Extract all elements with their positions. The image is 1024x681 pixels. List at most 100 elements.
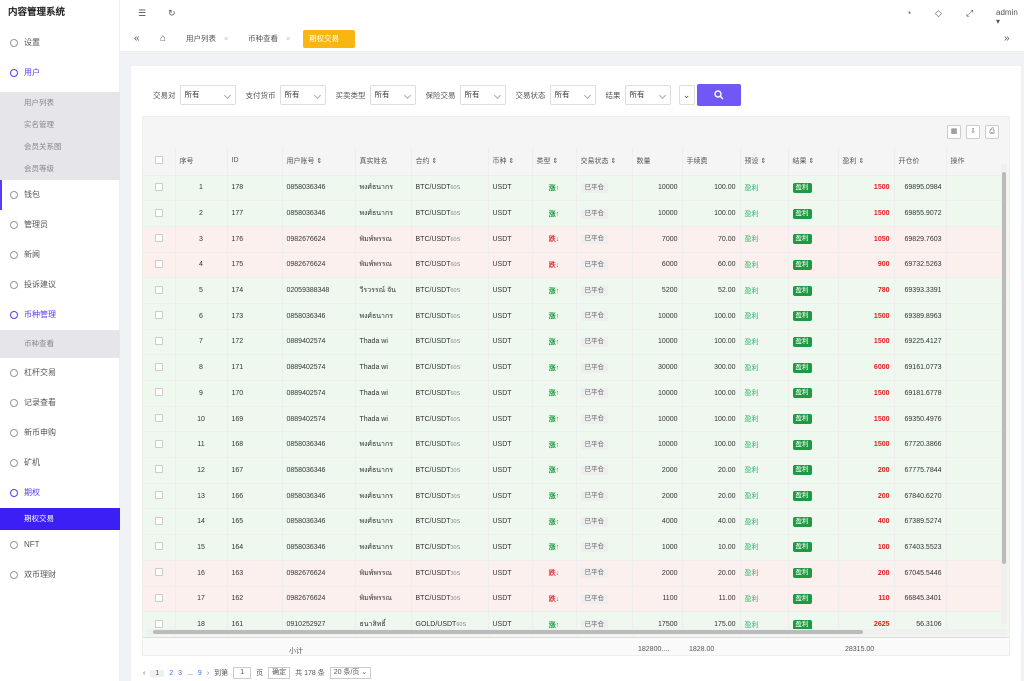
sidebar-item-news[interactable]: 新闻 bbox=[0, 240, 120, 270]
col-header[interactable]: 序号 bbox=[175, 147, 228, 176]
horizontal-scrollbar[interactable] bbox=[147, 629, 1007, 635]
col-header[interactable]: 合约 ⇕ bbox=[411, 147, 489, 176]
user-menu[interactable]: admin ▾ bbox=[996, 8, 1024, 26]
sidebar-sub-member-level[interactable]: 会员等级 bbox=[0, 158, 120, 180]
sidebar-item-settings[interactable]: 设置 bbox=[0, 28, 120, 58]
row-checkbox[interactable] bbox=[143, 483, 176, 510]
sidebar-item-nft[interactable]: NFT bbox=[0, 530, 120, 560]
page-9[interactable]: 9 bbox=[198, 670, 202, 677]
col-header[interactable]: 预设 ⇕ bbox=[740, 147, 789, 176]
row-checkbox[interactable] bbox=[143, 457, 176, 484]
sidebar-sub-member-graph[interactable]: 会员关系图 bbox=[0, 136, 120, 158]
row-checkbox[interactable] bbox=[143, 252, 176, 279]
cell-pair: BTC/USDT30S bbox=[411, 457, 489, 484]
sidebar-item-dual-finance[interactable]: 双币理财 bbox=[0, 560, 120, 590]
row-checkbox[interactable] bbox=[143, 277, 176, 304]
sidebar-item-option[interactable]: 期权 bbox=[0, 478, 120, 508]
sidebar-item-user[interactable]: 用户 bbox=[0, 58, 120, 88]
search-button[interactable] bbox=[696, 84, 741, 106]
chevron-down-icon[interactable]: ⌄ bbox=[678, 85, 695, 105]
col-header[interactable]: ID bbox=[227, 147, 283, 176]
sidebar-item-label: NFT bbox=[24, 540, 40, 549]
page-3[interactable]: 3 bbox=[178, 670, 182, 677]
tag-icon[interactable]: ◇ bbox=[935, 8, 942, 19]
sidebar-item-coin-manage[interactable]: 币种管理 bbox=[0, 300, 120, 330]
filter-status-select[interactable]: 所有 bbox=[549, 85, 596, 105]
sidebar-item-wallet[interactable]: 钱包 bbox=[0, 180, 120, 210]
table-row: 7 172 0889402574 Thada wi BTC/USDT60S USDT 涨↑ 已… bbox=[143, 329, 1009, 356]
row-checkbox[interactable] bbox=[143, 586, 176, 613]
filter-trade-type-select[interactable]: 所有 bbox=[369, 85, 416, 105]
close-icon[interactable]: × bbox=[286, 34, 290, 43]
row-checkbox[interactable] bbox=[143, 560, 176, 587]
filter-pay-coin-select[interactable]: 所有 bbox=[279, 85, 326, 105]
select-all-checkbox[interactable] bbox=[143, 147, 176, 176]
row-checkbox[interactable] bbox=[143, 200, 176, 227]
next-page-icon[interactable]: › bbox=[207, 670, 209, 677]
col-header[interactable]: 结果 ⇕ bbox=[788, 147, 839, 176]
row-checkbox[interactable] bbox=[143, 380, 176, 407]
row-checkbox[interactable] bbox=[143, 508, 176, 536]
status-badge: 已平仓 bbox=[580, 234, 608, 245]
tabs-scroll-left-icon[interactable]: « bbox=[128, 30, 146, 48]
filter-insurance-select[interactable]: 所有 bbox=[459, 85, 506, 105]
row-checkbox[interactable] bbox=[143, 175, 176, 202]
home-icon[interactable]: ⌂ bbox=[154, 30, 172, 48]
sidebar-item-admin[interactable]: 管理员 bbox=[0, 210, 120, 240]
sidebar-sub-user-list[interactable]: 用户列表 bbox=[0, 92, 120, 114]
sidebar-item-records[interactable]: 记录查看 bbox=[0, 388, 120, 418]
row-checkbox[interactable] bbox=[143, 329, 176, 356]
page-2[interactable]: 2 bbox=[169, 670, 173, 677]
sidebar-sub-option-trade[interactable]: 期权交易 bbox=[0, 508, 120, 530]
refresh-icon[interactable]: ↻ bbox=[168, 8, 176, 19]
col-header[interactable]: 交易状态 ⇕ bbox=[576, 147, 633, 176]
tab-coin-view[interactable]: 币种查看 × bbox=[242, 30, 296, 48]
filter-result-select[interactable]: 所有 bbox=[624, 85, 671, 105]
vertical-scrollbar[interactable] bbox=[1001, 164, 1007, 624]
cell-pair: BTC/USDT60S bbox=[411, 406, 489, 433]
col-header[interactable]: 真实姓名 bbox=[355, 147, 412, 176]
col-header[interactable]: 类型 ⇕ bbox=[532, 147, 577, 176]
sidebar-item-complaint[interactable]: 投诉建议 bbox=[0, 270, 120, 300]
fullscreen-icon[interactable]: ⤢ bbox=[966, 8, 973, 19]
sidebar-item-miner[interactable]: 矿机 bbox=[0, 448, 120, 478]
sidebar-item-newcoin[interactable]: 新币申购 bbox=[0, 418, 120, 448]
export-icon[interactable]: ⇩ bbox=[966, 125, 980, 139]
col-header[interactable]: 用户账号 ⇕ bbox=[282, 147, 356, 176]
col-header[interactable]: 手续费 bbox=[682, 147, 741, 176]
goto-label: 到第 bbox=[214, 670, 229, 677]
close-icon[interactable]: × bbox=[224, 34, 228, 43]
col-header[interactable]: 开仓价 bbox=[894, 147, 947, 176]
sidebar-sub-realname[interactable]: 实名管理 bbox=[0, 114, 120, 136]
tab-option-trade[interactable]: 期权交易 bbox=[303, 30, 355, 48]
col-header[interactable]: 币种 ⇕ bbox=[488, 147, 533, 176]
row-checkbox[interactable] bbox=[143, 226, 176, 253]
cell-profit: 200 bbox=[838, 457, 895, 484]
row-checkbox[interactable] bbox=[143, 431, 176, 459]
row-checkbox[interactable] bbox=[143, 534, 176, 561]
row-checkbox[interactable] bbox=[143, 303, 176, 330]
columns-filter-icon[interactable]: ▦ bbox=[947, 125, 961, 139]
per-page-select[interactable]: 20 条/页 ⌄ bbox=[329, 667, 372, 679]
col-header[interactable]: 盈利 ⇕ bbox=[838, 147, 895, 176]
cell-qty: 30000 bbox=[632, 354, 683, 381]
confirm-page-button[interactable]: 确定 bbox=[268, 667, 291, 679]
palette-icon[interactable]: ◔ bbox=[906, 8, 911, 18]
tabs-scroll-right-icon[interactable]: » bbox=[998, 30, 1016, 48]
row-checkbox[interactable] bbox=[143, 354, 176, 381]
menu-toggle-icon[interactable]: ☰ bbox=[138, 8, 146, 19]
row-checkbox[interactable] bbox=[143, 406, 176, 433]
cell-pair: BTC/USDT60S bbox=[411, 354, 489, 381]
print-icon[interactable]: ⎙ bbox=[985, 125, 999, 139]
cell-coin: USDT bbox=[488, 226, 533, 253]
col-header[interactable]: 数量 bbox=[632, 147, 683, 176]
page-1[interactable]: 1 bbox=[150, 669, 165, 677]
sidebar-item-leverage[interactable]: 杠杆交易 bbox=[0, 358, 120, 388]
prev-page-icon[interactable]: ‹ bbox=[143, 670, 145, 677]
leverage-icon bbox=[10, 369, 18, 377]
sidebar-sub-coin-view[interactable]: 币种查看 bbox=[0, 330, 120, 358]
filter-pair-select[interactable]: 所有 bbox=[179, 85, 236, 105]
page-number-input[interactable]: 1 bbox=[233, 667, 252, 679]
tab-user-list[interactable]: 用户列表 × bbox=[180, 30, 234, 48]
sidebar-item-label: 记录查看 bbox=[24, 398, 56, 407]
